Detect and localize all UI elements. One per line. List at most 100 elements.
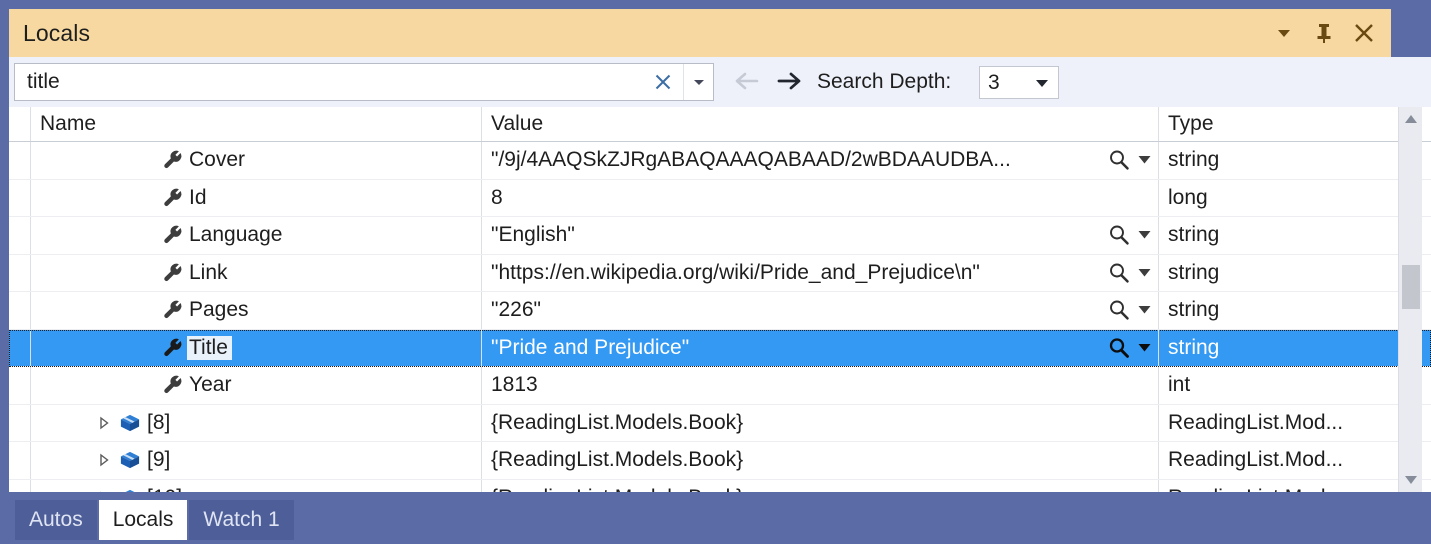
object-icon (115, 413, 145, 433)
pin-icon[interactable] (1307, 16, 1341, 50)
expand-arrow-icon[interactable] (93, 453, 115, 467)
grid-header-row: Name Value Type (9, 107, 1431, 142)
cell-value[interactable]: "https://en.wikipedia.org/wiki/Pride_and… (482, 254, 1159, 292)
clear-search-icon[interactable] (643, 64, 683, 100)
variable-value: {ReadingList.Models.Book} (491, 486, 743, 492)
cell-value[interactable]: {ReadingList.Models.Book} (482, 442, 1159, 479)
cell-value[interactable]: {ReadingList.Models.Book} (482, 479, 1159, 492)
tab-locals[interactable]: Locals (98, 500, 188, 540)
table-row[interactable]: Cover "/9j/4AAQSkZJRgABAQAAAQABAAD/2wBDAA… (9, 142, 1431, 180)
cell-name[interactable]: Cover (31, 142, 482, 179)
cell-name[interactable]: Title (31, 329, 482, 366)
search-options-dropdown-icon[interactable] (683, 64, 713, 100)
column-header-name[interactable]: Name (31, 107, 482, 141)
page-title: Locals (23, 19, 91, 46)
wrench-icon (159, 187, 187, 209)
cell-value[interactable]: "Pride and Prejudice" (482, 329, 1159, 367)
search-input[interactable] (15, 64, 643, 100)
table-row[interactable]: [9] {ReadingList.Models.Book} ReadingList.… (9, 442, 1431, 480)
expand-arrow-icon[interactable] (93, 416, 115, 430)
cell-type: long (1168, 185, 1208, 209)
cell-name[interactable]: Language (31, 217, 482, 254)
variable-value: "Pride and Prejudice" (491, 335, 690, 359)
cell-type: ReadingList.Mod... (1168, 410, 1344, 434)
table-row[interactable]: Year 1813 int (9, 367, 1431, 405)
value-tools (1107, 255, 1152, 292)
cell-value[interactable]: "/9j/4AAQSkZJRgABAQAAAQABAAD/2wBDAAUDBA.… (482, 142, 1159, 179)
table-row[interactable]: Link "https://en.wikipedia.org/wiki/Pride… (9, 254, 1431, 292)
magnifier-icon[interactable] (1107, 148, 1131, 172)
search-toolbar: Search Depth: 3 (9, 57, 1431, 107)
magnifier-icon[interactable] (1107, 223, 1131, 247)
cell-value[interactable]: "English" (482, 217, 1159, 254)
cell-type: string (1168, 148, 1220, 172)
magnifier-icon[interactable] (1107, 261, 1131, 285)
variable-name: Year (189, 373, 232, 397)
variable-name: Pages (189, 298, 249, 322)
magnifier-icon[interactable] (1107, 298, 1131, 322)
row-gutter (9, 479, 31, 492)
table-row[interactable]: Pages "226" string (9, 292, 1431, 330)
vertical-scrollbar[interactable] (1398, 107, 1422, 492)
column-header-type[interactable]: Type (1159, 107, 1431, 141)
table-row[interactable]: [10] {ReadingList.Models.Book} ReadingList… (9, 479, 1431, 492)
close-icon[interactable] (1347, 16, 1381, 50)
wrench-icon (159, 149, 187, 171)
cell-name[interactable]: Id (31, 179, 482, 216)
cell-type: int (1168, 373, 1191, 397)
variable-value: 8 (491, 185, 503, 209)
column-header-value[interactable]: Value (482, 107, 1159, 141)
cell-name[interactable]: Pages (31, 292, 482, 329)
search-previous-icon[interactable] (731, 69, 759, 95)
grid-header-spacer (9, 107, 31, 141)
cell-type: string (1168, 260, 1220, 284)
value-tools (1107, 330, 1152, 367)
wrench-icon (159, 337, 187, 359)
table-row[interactable]: Language "English" string (9, 217, 1431, 255)
variable-value: "English" (491, 223, 575, 247)
variable-name: [9] (147, 448, 171, 472)
cell-type: ReadingList.Mod... (1168, 448, 1344, 472)
variable-name: [8] (147, 410, 171, 434)
search-box[interactable] (14, 63, 714, 101)
cell-value[interactable]: {ReadingList.Models.Book} (482, 404, 1159, 441)
wrench-icon (159, 262, 187, 284)
variable-name: Id (189, 185, 207, 209)
row-gutter (9, 142, 31, 179)
variable-name: Link (189, 260, 228, 284)
cell-value[interactable]: "226" (482, 292, 1159, 329)
magnifier-icon[interactable] (1107, 336, 1131, 360)
tab-watch-1[interactable]: Watch 1 (189, 500, 294, 540)
chevron-down-icon[interactable] (1034, 71, 1058, 95)
cell-name[interactable]: [10] (31, 479, 482, 492)
cell-value[interactable]: 8 (482, 179, 1159, 216)
variable-name: Cover (189, 148, 246, 172)
expand-arrow-icon[interactable] (93, 491, 115, 492)
scroll-down-icon[interactable] (1399, 468, 1423, 492)
visualizer-dropdown-icon[interactable] (1137, 302, 1152, 318)
cell-name[interactable]: [9] (31, 442, 482, 479)
scroll-up-icon[interactable] (1399, 107, 1423, 131)
cell-value[interactable]: 1813 (482, 367, 1159, 404)
table-row[interactable]: Title "Pride and Prejudice" string (9, 329, 1431, 367)
visualizer-dropdown-icon[interactable] (1137, 265, 1152, 281)
tab-autos[interactable]: Autos (15, 500, 97, 540)
window-controls (1267, 16, 1391, 50)
cell-name[interactable]: [8] (31, 404, 482, 441)
cell-name[interactable]: Link (31, 254, 482, 291)
visualizer-dropdown-icon[interactable] (1137, 152, 1152, 168)
search-depth-select[interactable]: 3 (979, 66, 1059, 99)
search-next-icon[interactable] (777, 69, 805, 95)
table-row[interactable]: [8] {ReadingList.Models.Book} ReadingList.… (9, 404, 1431, 442)
scrollbar-thumb[interactable] (1402, 265, 1420, 309)
cell-name[interactable]: Year (31, 367, 482, 404)
visualizer-dropdown-icon[interactable] (1137, 340, 1152, 356)
variables-grid: Name Value Type Cover "/9j/4AAQSkZJRgABAQ… (9, 107, 1431, 492)
visualizer-dropdown-icon[interactable] (1137, 227, 1152, 243)
chevron-down-icon[interactable] (1267, 16, 1301, 50)
value-tools (1107, 217, 1152, 254)
variable-value: "226" (491, 298, 541, 322)
variable-value: {ReadingList.Models.Book} (491, 448, 744, 472)
search-depth-value: 3 (988, 70, 1000, 94)
table-row[interactable]: Id 8 long (9, 179, 1431, 217)
